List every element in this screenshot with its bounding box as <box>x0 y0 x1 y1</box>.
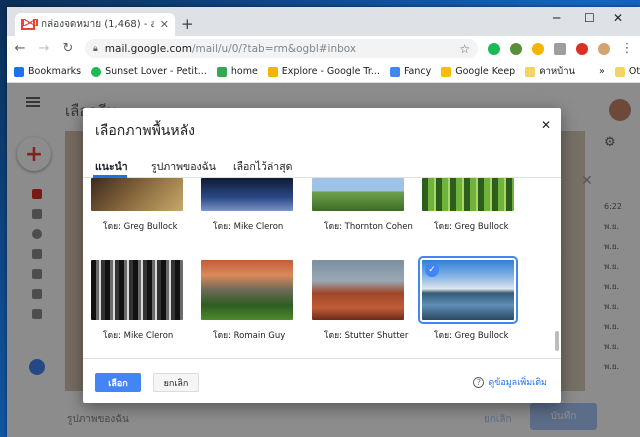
browser-tab[interactable]: กล่องจดหมาย (1,468) - appdodee@ ✕ <box>15 13 175 36</box>
image-credit: โดย: Mike Cleron <box>213 222 284 232</box>
star-icon <box>14 66 24 77</box>
tab-my-photos[interactable]: รูปภาพของฉัน <box>151 158 216 175</box>
image-credit: โดย: Greg Bullock <box>434 331 509 341</box>
gmail-icon <box>21 19 35 30</box>
image-credit: โดย: Greg Bullock <box>434 222 509 232</box>
menu-icon[interactable]: ⋮ <box>620 41 634 56</box>
close-icon[interactable]: ✕ <box>160 18 169 31</box>
image-thumbnail[interactable] <box>312 178 404 211</box>
star-icon[interactable]: ☆ <box>459 42 470 56</box>
back-icon[interactable]: ← <box>13 41 27 56</box>
image-thumbnail[interactable] <box>201 178 293 211</box>
window-close-icon[interactable]: ✕ <box>613 11 623 25</box>
cancel-button[interactable]: ยกเลิก <box>153 373 199 392</box>
image-thumbnail[interactable] <box>201 260 293 320</box>
learn-more-label: ดูข้อมูลเพิ่มเติม <box>488 378 547 388</box>
tab-recommended[interactable]: แนะนำ <box>95 158 128 175</box>
tab-recently-selected[interactable]: เลือกไว้ล่าสุด <box>233 158 292 175</box>
dialog-tabs: แนะนำ รูปภาพของฉัน เลือกไว้ล่าสุด <box>83 148 561 178</box>
image-tile[interactable]: โดย: Greg Bullock <box>91 178 183 233</box>
folder-icon <box>614 66 625 77</box>
learn-more-link[interactable]: ? ดูข้อมูลเพิ่มเติม <box>473 375 547 389</box>
image-tile[interactable]: โดย: Greg Bullock <box>422 178 514 233</box>
image-thumbnail[interactable] <box>312 260 404 320</box>
forward-icon[interactable]: → <box>37 41 51 56</box>
reload-icon[interactable]: ↻ <box>61 41 75 56</box>
image-tile[interactable]: โดย: Stutter Shutter <box>312 260 409 342</box>
scrollbar[interactable] <box>555 183 559 353</box>
trends-icon <box>267 66 278 77</box>
help-icon: ? <box>473 376 485 388</box>
bookmark-item[interactable]: Sunset Lover - Petit... <box>91 66 207 77</box>
image-thumbnail[interactable] <box>422 178 514 211</box>
bookmarks-bar: Bookmarks Sunset Lover - Petit... home E… <box>7 61 640 83</box>
background-picker-dialog: เลือกภาพพื้นหลัง ✕ แนะนำ รูปภาพของฉัน เล… <box>83 108 561 403</box>
bookmark-item[interactable]: Explore - Google Tr... <box>267 66 380 77</box>
extension-icon[interactable] <box>532 42 544 55</box>
extension-icon[interactable] <box>510 42 522 55</box>
tab-title: กล่องจดหมาย (1,468) - appdodee@ <box>41 19 154 30</box>
image-grid: โดย: Greg Bullock โดย: Mike Cleron โดย: … <box>83 178 553 358</box>
new-tab-icon[interactable]: + <box>181 15 194 33</box>
bookmark-item[interactable]: Fancy <box>389 66 431 77</box>
image-credit: โดย: Thornton Cohen <box>324 222 413 232</box>
image-thumbnail[interactable] <box>91 260 183 320</box>
image-credit: โดย: Mike Cleron <box>103 331 174 341</box>
image-thumbnail-selected[interactable]: ✓ <box>418 256 518 324</box>
bookmark-item[interactable]: Google Keep <box>441 66 515 77</box>
dialog-title: เลือกภาพพื้นหลัง <box>95 123 196 139</box>
url-text: mail.google.com/mail/u/0/?tab=rm&ogbl#in… <box>104 42 357 55</box>
folder-icon <box>525 66 536 77</box>
select-button[interactable]: เลือก <box>95 373 141 392</box>
image-thumbnail[interactable] <box>91 178 183 211</box>
dialog-footer: เลือก ยกเลิก ? ดูข้อมูลเพิ่มเติม <box>83 358 561 403</box>
bookmark-item[interactable]: คาหบ้าน <box>525 64 575 79</box>
home-icon <box>216 66 227 77</box>
tab-strip: กล่องจดหมาย (1,468) - appdodee@ ✕ + ─ ☐ … <box>7 7 640 36</box>
spotify-icon <box>91 66 102 77</box>
image-tile[interactable]: ✓ โดย: Greg Bullock <box>418 256 518 342</box>
image-tile[interactable]: โดย: Mike Cleron <box>91 260 183 342</box>
keep-icon <box>441 66 452 77</box>
image-tile[interactable]: โดย: Thornton Cohen <box>312 178 413 233</box>
browser-toolbar: ← → ↻ 🔒︎ mail.google.com/mail/u/0/?tab=r… <box>7 36 640 61</box>
fancy-icon <box>389 66 400 77</box>
address-bar[interactable]: 🔒︎ mail.google.com/mail/u/0/?tab=rm&ogbl… <box>85 39 478 58</box>
scrollbar-thumb[interactable] <box>555 331 559 351</box>
image-tile[interactable]: โดย: Mike Cleron <box>201 178 293 233</box>
image-credit: โดย: Greg Bullock <box>103 222 178 232</box>
extension-icon[interactable] <box>554 42 566 55</box>
extension-icon[interactable] <box>488 42 500 55</box>
image-tile[interactable]: โดย: Romain Guy <box>201 260 293 342</box>
bookmarks-overflow[interactable]: » <box>599 66 605 77</box>
minimize-icon[interactable]: ─ <box>553 11 560 25</box>
other-bookmarks[interactable]: Other bookmarks <box>614 66 640 77</box>
image-credit: โดย: Romain Guy <box>213 331 286 341</box>
image-credit: โดย: Stutter Shutter <box>324 331 409 341</box>
bookmark-item[interactable]: Bookmarks <box>14 66 81 77</box>
lock-icon: 🔒︎ <box>93 43 98 54</box>
close-icon[interactable]: ✕ <box>541 118 551 132</box>
bookmark-item[interactable]: home <box>216 66 258 77</box>
extension-icon[interactable] <box>576 42 588 55</box>
profile-avatar[interactable] <box>598 42 610 55</box>
checkmark-icon: ✓ <box>425 263 439 277</box>
maximize-icon[interactable]: ☐ <box>584 11 595 25</box>
